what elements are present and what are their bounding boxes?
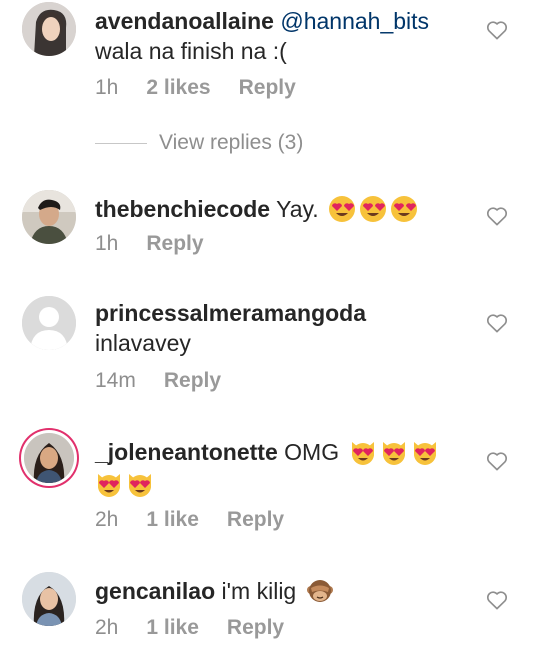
comment-time: 2h [95, 616, 119, 639]
comment-body: wala na finish na :( [95, 38, 287, 64]
cat-heart-eyes-emoji-icon [98, 474, 120, 497]
avatar-photo [24, 433, 74, 483]
comment-likes[interactable]: 1 like [146, 508, 199, 532]
comment-username[interactable]: _joleneantonette [95, 439, 278, 465]
heart-icon[interactable] [486, 20, 508, 40]
comment-text-block: gencanilao i'm kilig [95, 576, 485, 606]
cat-heart-eyes-emoji-icon [382, 442, 405, 465]
comment-time: 14m [95, 369, 136, 392]
comment-text-block: avendanoallaine @hannah_bits wala na fin… [95, 6, 485, 66]
view-replies-label[interactable]: View replies (3) [159, 131, 303, 155]
cat-heart-eyes-emoji-icon [129, 474, 151, 497]
heart-icon[interactable] [486, 451, 508, 471]
reply-button[interactable]: Reply [146, 232, 203, 256]
reply-button[interactable]: Reply [227, 616, 284, 640]
avatar-photo [22, 2, 76, 56]
see-no-evil-monkey-emoji-icon [306, 580, 333, 602]
comment-time: 1h [95, 76, 119, 99]
heart-icon[interactable] [486, 590, 508, 610]
avatar-photo [22, 190, 76, 244]
cat-heart-eyes-emoji-icon [351, 442, 374, 465]
reply-button[interactable]: Reply [227, 508, 284, 532]
comment-text-block: princessalmeramangoda inlavavey [95, 298, 485, 358]
avatar-photo [22, 572, 76, 626]
reply-button[interactable]: Reply [164, 369, 221, 393]
avatar[interactable] [22, 2, 76, 56]
emoji-group [325, 196, 418, 222]
comment-text-block: thebenchiecode Yay. [95, 194, 485, 224]
avatar[interactable] [22, 572, 76, 626]
comment-likes[interactable]: 2 likes [146, 76, 210, 100]
heart-icon[interactable] [486, 313, 508, 333]
comment-time: 2h [95, 508, 119, 531]
comment-username[interactable]: gencanilao [95, 578, 215, 604]
comment-likes[interactable]: 1 like [146, 616, 199, 640]
heart-eyes-emoji-icon [329, 196, 356, 222]
comment-username[interactable]: princessalmeramangoda [95, 298, 485, 328]
reply-button[interactable]: Reply [239, 76, 296, 100]
heart-icon[interactable] [486, 206, 508, 226]
comment-meta: 2h 1 like Reply [95, 616, 312, 640]
heart-eyes-emoji-icon [360, 196, 387, 222]
comment-body: OMG [284, 439, 340, 465]
avatar[interactable] [22, 296, 76, 350]
default-avatar-icon [22, 296, 76, 350]
comment-body: i'm kilig [221, 578, 297, 604]
comment-meta: 1h 2 likes Reply [95, 76, 324, 100]
comment-text-block: _joleneantonette OMG [95, 437, 485, 499]
emoji-group-second-line [95, 469, 485, 499]
comment-time: 1h [95, 232, 119, 255]
avatar-with-story-ring[interactable] [24, 433, 74, 483]
comment-meta: 1h Reply [95, 232, 232, 256]
comment-username[interactable]: avendanoallaine [95, 8, 274, 34]
comment-username[interactable]: thebenchiecode [95, 196, 270, 222]
comment-meta: 14m Reply [95, 369, 249, 393]
emoji-group [346, 439, 439, 465]
cat-heart-eyes-emoji-icon [413, 442, 436, 465]
heart-eyes-emoji-icon [391, 196, 418, 222]
comment-body: inlavavey [95, 330, 191, 356]
divider-line [95, 142, 147, 144]
comment-meta: 2h 1 like Reply [95, 508, 312, 532]
comment-body: Yay. [276, 196, 319, 222]
mention-link[interactable]: @hannah_bits [280, 8, 429, 34]
view-replies-toggle[interactable]: View replies (3) [95, 131, 303, 155]
avatar[interactable] [22, 190, 76, 244]
